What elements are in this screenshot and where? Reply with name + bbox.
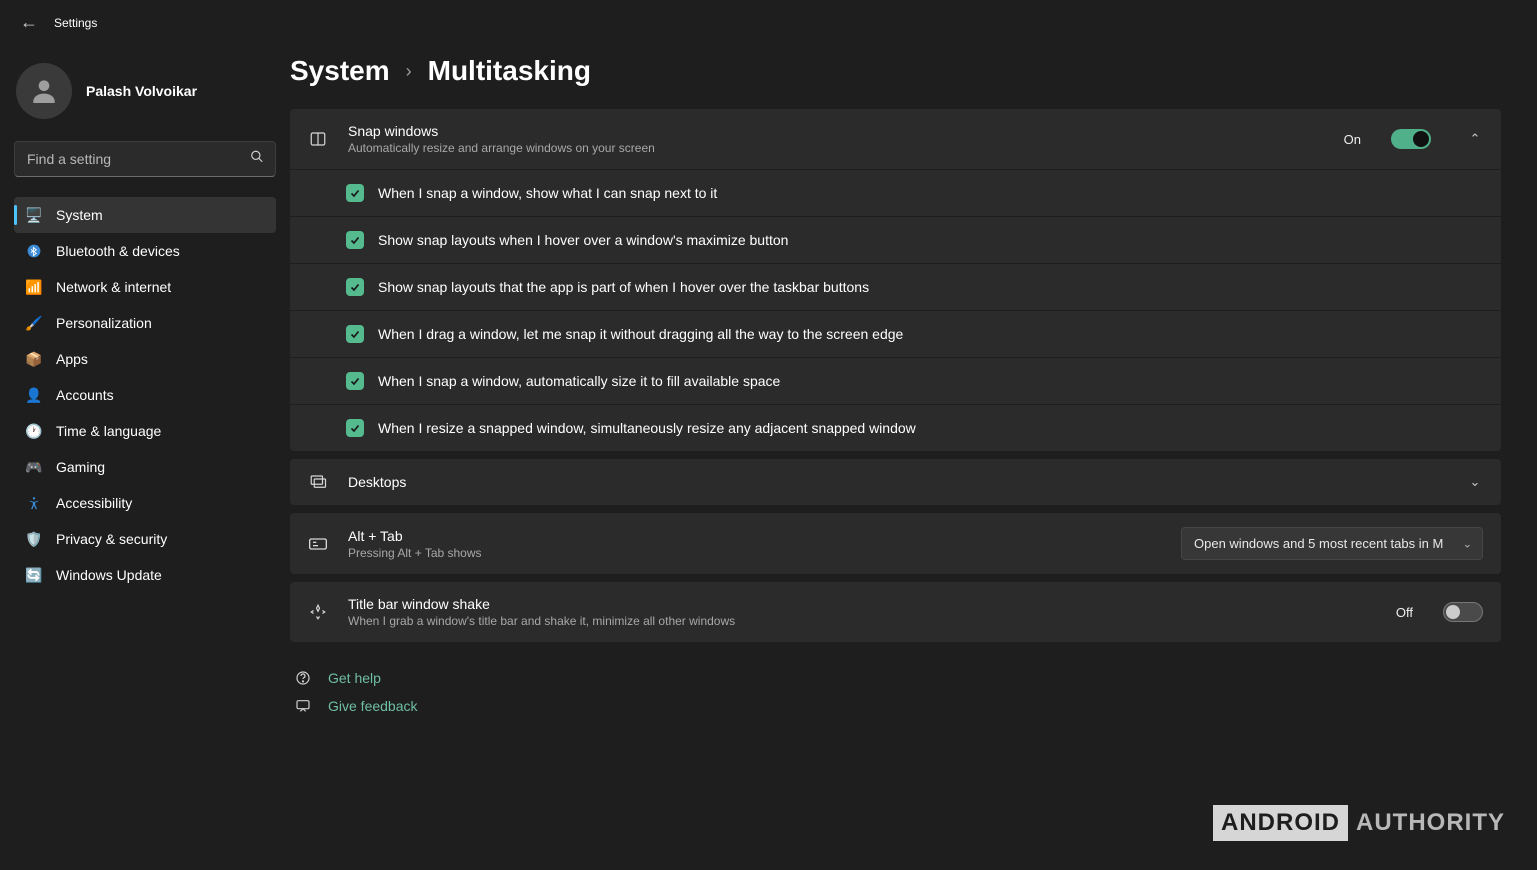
nav-label: Privacy & security: [56, 531, 167, 547]
alttab-header: Alt + Tab Pressing Alt + Tab shows Open …: [290, 513, 1501, 574]
alttab-card: Alt + Tab Pressing Alt + Tab shows Open …: [290, 513, 1501, 574]
shake-icon: [308, 603, 328, 621]
sidebar-item-gaming[interactable]: 🎮 Gaming: [14, 449, 276, 485]
nav-icon: 🛡️: [26, 531, 42, 548]
sidebar-item-bluetooth-devices[interactable]: Bluetooth & devices: [14, 233, 276, 269]
back-button[interactable]: ←: [20, 12, 38, 33]
nav-icon: 👤: [26, 387, 42, 404]
nav-icon: [26, 244, 42, 258]
snap-toggle[interactable]: [1391, 129, 1431, 149]
user-name: Palash Volvoikar: [86, 83, 197, 99]
user-profile[interactable]: Palash Volvoikar: [14, 57, 276, 135]
nav-icon: 📶: [26, 279, 42, 296]
checkbox[interactable]: [346, 231, 364, 249]
checkbox[interactable]: [346, 372, 364, 390]
snap-option-row: When I snap a window, show what I can sn…: [290, 170, 1501, 217]
snap-option-label: When I drag a window, let me snap it wit…: [378, 326, 903, 342]
breadcrumb-current: Multitasking: [428, 55, 591, 87]
alttab-dropdown[interactable]: Open windows and 5 most recent tabs in M…: [1181, 527, 1483, 560]
nav-label: Network & internet: [56, 279, 171, 295]
alttab-subtitle: Pressing Alt + Tab shows: [348, 546, 1161, 560]
nav-label: Time & language: [56, 423, 161, 439]
snap-state-label: On: [1344, 132, 1361, 147]
nav-icon: 🕐: [26, 423, 42, 440]
nav-label: Personalization: [56, 315, 152, 331]
snap-option-row: When I snap a window, automatically size…: [290, 358, 1501, 405]
sidebar: Palash Volvoikar 🖥️ System Bluetooth & dev…: [0, 45, 290, 870]
nav-icon: 🔄: [26, 567, 42, 584]
titlebar-shake-card: Title bar window shake When I grab a win…: [290, 582, 1501, 642]
titlebar-shake-header: Title bar window shake When I grab a win…: [290, 582, 1501, 642]
checkbox[interactable]: [346, 419, 364, 437]
sidebar-item-personalization[interactable]: 🖌️ Personalization: [14, 305, 276, 341]
chevron-right-icon: ›: [406, 61, 412, 82]
snap-title: Snap windows: [348, 123, 1324, 139]
chevron-down-icon[interactable]: ⌄: [1467, 474, 1483, 490]
chevron-down-icon: ⌄: [1463, 537, 1472, 550]
snap-windows-card: Snap windows Automatically resize and ar…: [290, 109, 1501, 451]
checkbox[interactable]: [346, 278, 364, 296]
breadcrumb-parent[interactable]: System: [290, 55, 390, 87]
nav-icon: 📦: [26, 351, 42, 368]
shake-subtitle: When I grab a window's title bar and sha…: [348, 614, 1376, 628]
avatar-icon: [16, 63, 72, 119]
desktops-header[interactable]: Desktops ⌄: [290, 459, 1501, 505]
snap-option-label: When I resize a snapped window, simultan…: [378, 420, 916, 436]
sidebar-item-time-language[interactable]: 🕐 Time & language: [14, 413, 276, 449]
desktops-card: Desktops ⌄: [290, 459, 1501, 505]
snap-icon: [308, 130, 328, 148]
checkbox[interactable]: [346, 184, 364, 202]
snap-option-row: Show snap layouts when I hover over a wi…: [290, 217, 1501, 264]
nav-label: Apps: [56, 351, 88, 367]
give-feedback-link[interactable]: Give feedback: [328, 698, 418, 714]
main-content: System › Multitasking Snap windows Autom…: [290, 45, 1537, 870]
breadcrumb: System › Multitasking: [290, 55, 1501, 87]
nav-label: Windows Update: [56, 567, 162, 583]
chevron-up-icon[interactable]: ⌃: [1467, 131, 1483, 147]
help-icon: [294, 670, 312, 686]
sidebar-item-apps[interactable]: 📦 Apps: [14, 341, 276, 377]
checkbox[interactable]: [346, 325, 364, 343]
sidebar-item-windows-update[interactable]: 🔄 Windows Update: [14, 557, 276, 593]
snap-option-label: When I snap a window, automatically size…: [378, 373, 780, 389]
snap-option-row: When I resize a snapped window, simultan…: [290, 405, 1501, 451]
snap-windows-header[interactable]: Snap windows Automatically resize and ar…: [290, 109, 1501, 169]
feedback-icon: [294, 698, 312, 714]
nav-label: System: [56, 207, 103, 223]
desktops-icon: [308, 473, 328, 491]
alttab-icon: [308, 536, 328, 552]
alttab-title: Alt + Tab: [348, 528, 1161, 544]
snap-option-label: Show snap layouts that the app is part o…: [378, 279, 869, 295]
nav-label: Gaming: [56, 459, 105, 475]
alttab-selected: Open windows and 5 most recent tabs in M: [1194, 536, 1443, 551]
get-help-link[interactable]: Get help: [328, 670, 381, 686]
nav-icon: 🖌️: [26, 315, 42, 332]
nav-label: Accessibility: [56, 495, 132, 511]
shake-toggle[interactable]: [1443, 602, 1483, 622]
shake-title: Title bar window shake: [348, 596, 1376, 612]
nav-label: Bluetooth & devices: [56, 243, 180, 259]
sidebar-item-accessibility[interactable]: Accessibility: [14, 485, 276, 521]
nav-icon: 🎮: [26, 459, 42, 476]
app-title: Settings: [54, 16, 97, 30]
snap-option-label: Show snap layouts when I hover over a wi…: [378, 232, 788, 248]
nav-icon: 🖥️: [26, 207, 42, 224]
desktops-title: Desktops: [348, 474, 1431, 490]
sidebar-item-network-internet[interactable]: 📶 Network & internet: [14, 269, 276, 305]
snap-option-label: When I snap a window, show what I can sn…: [378, 185, 717, 201]
snap-option-row: Show snap layouts that the app is part o…: [290, 264, 1501, 311]
sidebar-item-accounts[interactable]: 👤 Accounts: [14, 377, 276, 413]
snap-option-row: When I drag a window, let me snap it wit…: [290, 311, 1501, 358]
snap-subtitle: Automatically resize and arrange windows…: [348, 141, 1324, 155]
watermark: ANDROID AUTHORITY: [1213, 805, 1513, 841]
nav-icon: [26, 496, 42, 510]
nav-label: Accounts: [56, 387, 114, 403]
sidebar-item-privacy-security[interactable]: 🛡️ Privacy & security: [14, 521, 276, 557]
sidebar-item-system[interactable]: 🖥️ System: [14, 197, 276, 233]
search-input[interactable]: [14, 141, 276, 177]
shake-state-label: Off: [1396, 605, 1413, 620]
